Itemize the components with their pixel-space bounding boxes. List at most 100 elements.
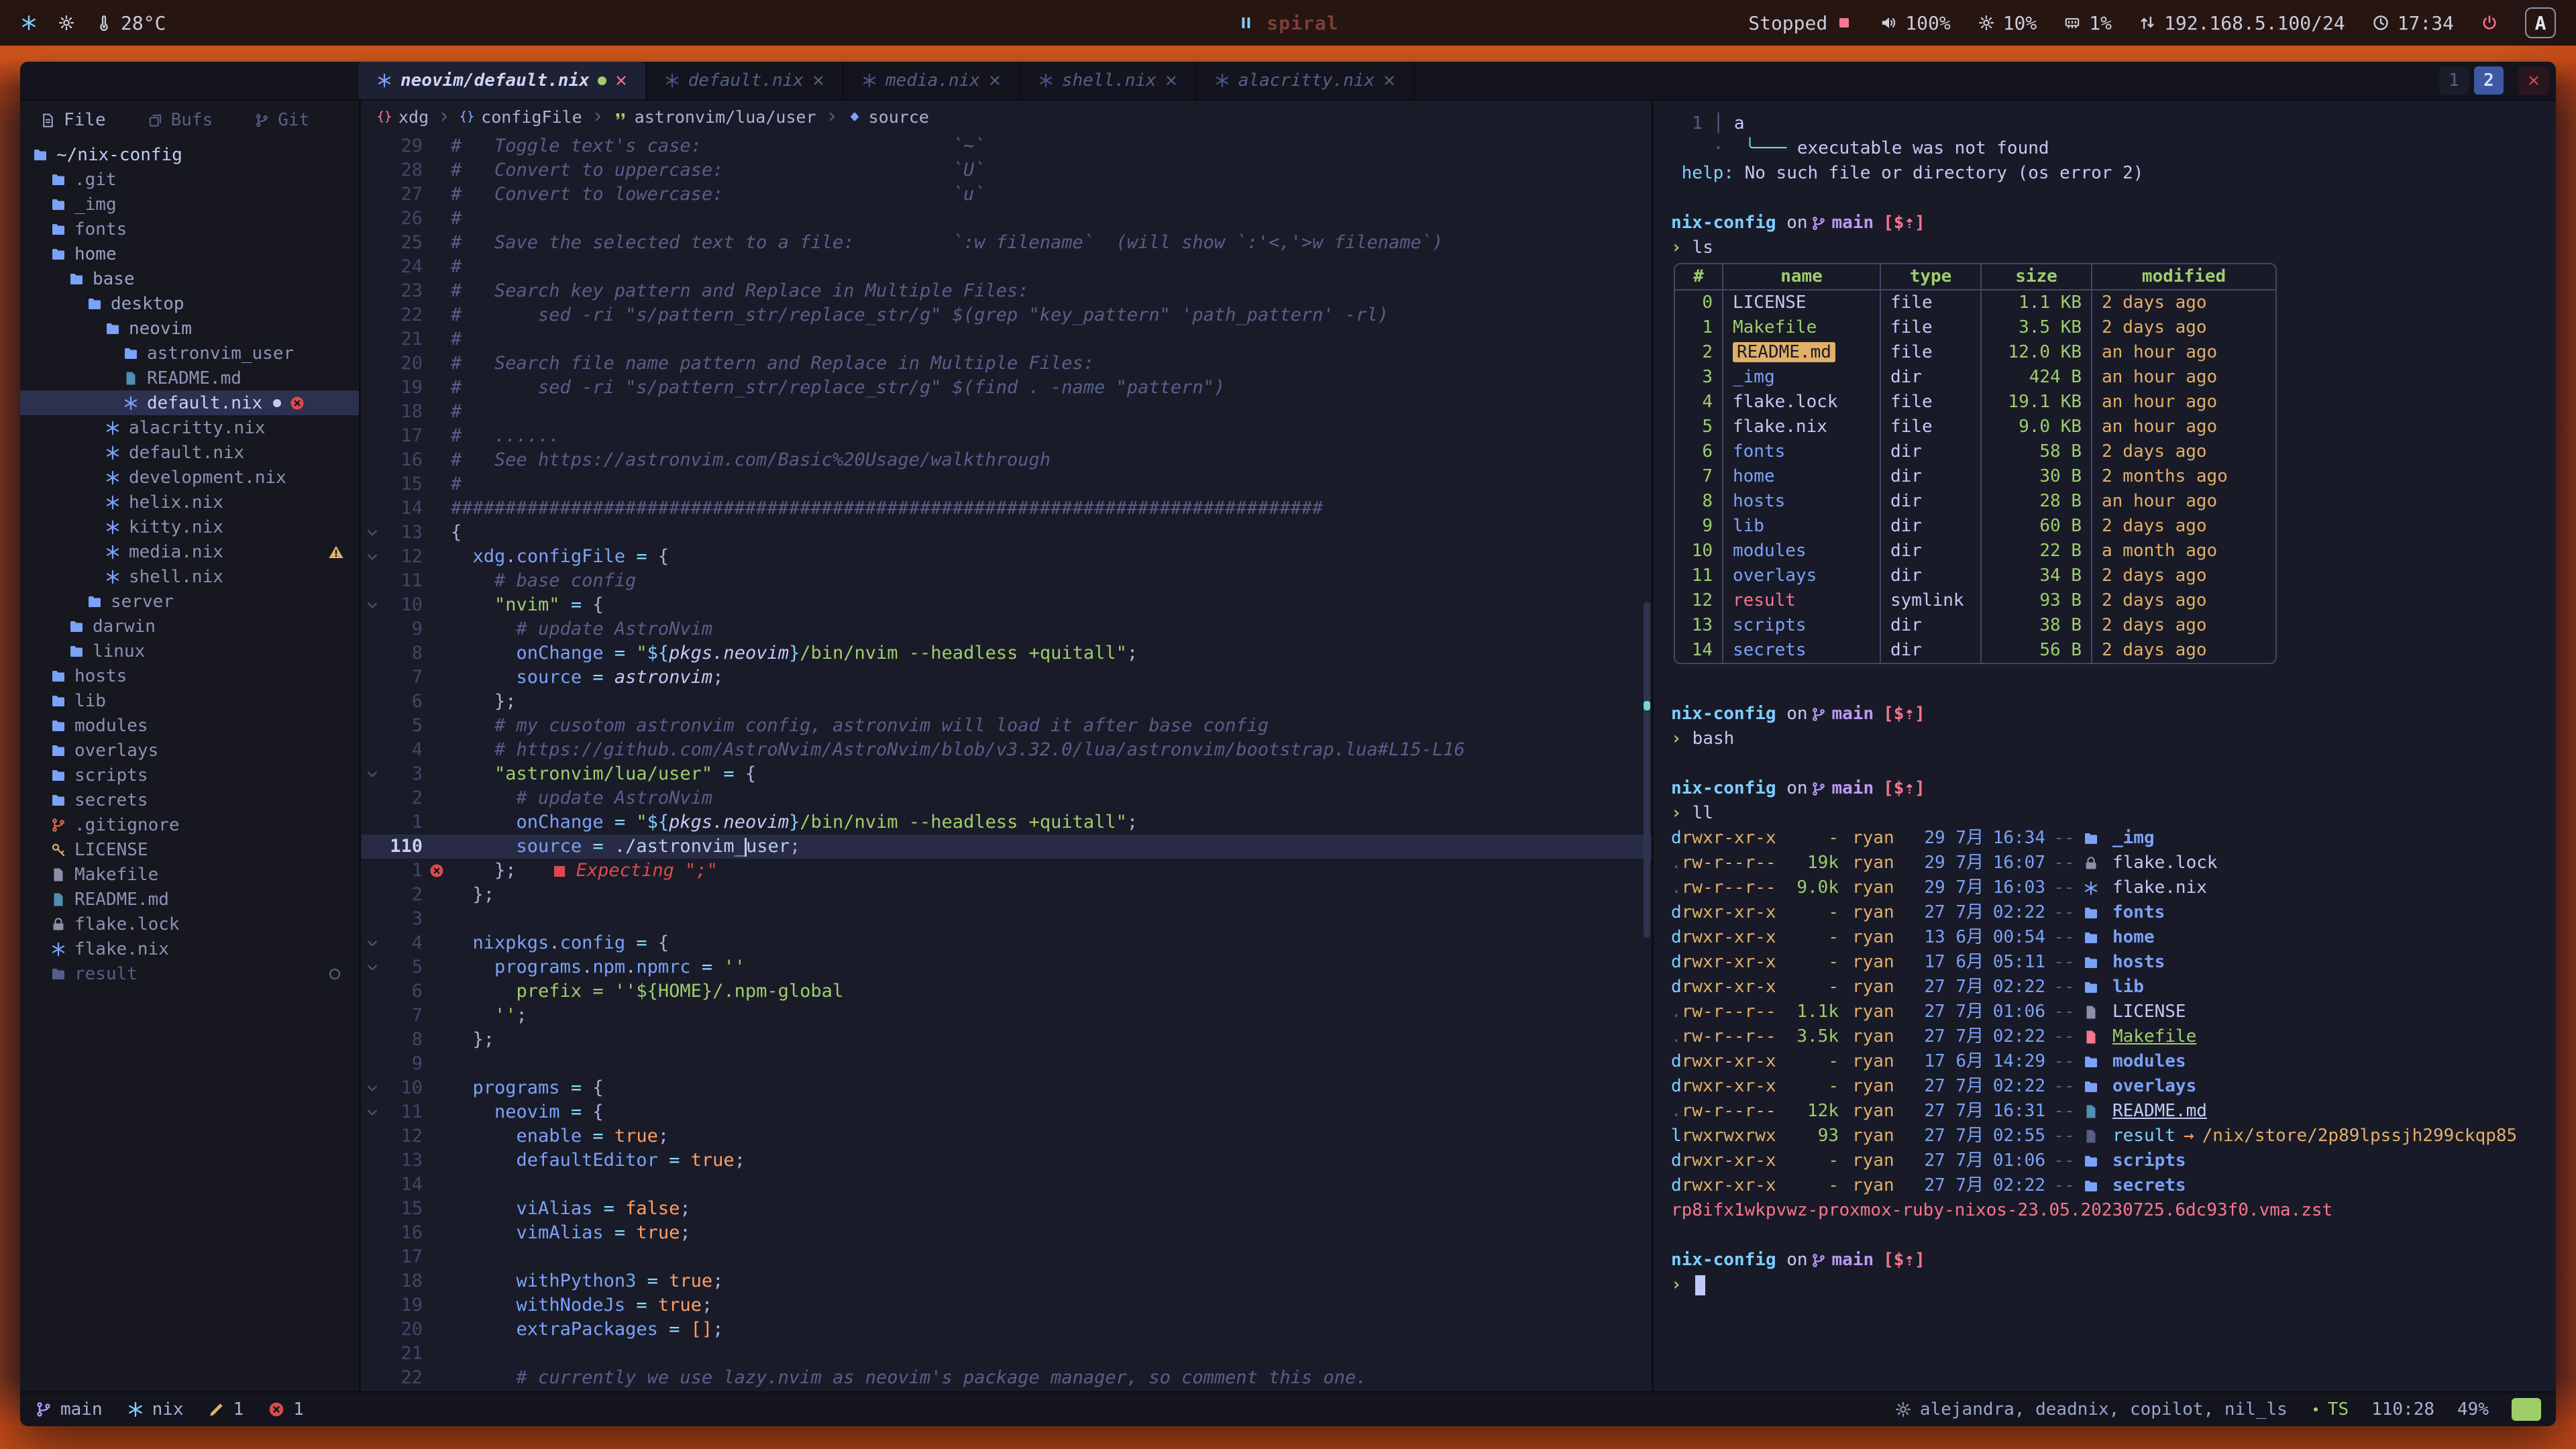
code-line[interactable]: 12 enable = true; — [361, 1124, 1652, 1148]
breadcrumb-segment[interactable]: xdg — [377, 107, 429, 127]
close-icon[interactable] — [1165, 74, 1178, 87]
code-line[interactable]: 16# See https://astronvim.com/Basic%20Us… — [361, 448, 1652, 472]
tabpage-number[interactable]: 2 — [2474, 66, 2504, 95]
code-line[interactable]: 20# Search file name pattern and Replace… — [361, 352, 1652, 376]
code-line[interactable]: 11 neovim = { — [361, 1100, 1652, 1124]
nix-logo-icon[interactable] — [20, 14, 38, 32]
statusline-error-count[interactable]: 1 — [268, 1399, 304, 1419]
close-icon[interactable] — [1383, 74, 1396, 87]
buffer-tab[interactable]: neovim/default.nix — [359, 62, 647, 99]
code-line[interactable]: 15# — [361, 472, 1652, 496]
tree-item[interactable]: desktop — [20, 291, 359, 316]
buffer-tab[interactable]: alacritty.nix — [1197, 62, 1415, 99]
tree-item[interactable]: secrets — [20, 788, 359, 812]
code-line[interactable]: 5 # my cusotom astronvim config, astronv… — [361, 714, 1652, 738]
tree-item[interactable]: Makefile — [20, 862, 359, 887]
tree-item[interactable]: neovim — [20, 316, 359, 341]
tree-item[interactable]: result — [20, 961, 359, 986]
breadcrumb-segment[interactable]: configFile — [460, 107, 582, 127]
code-line[interactable]: 12 xdg.configFile = { — [361, 545, 1652, 569]
code-line[interactable]: 2 # update AstroNvim — [361, 786, 1652, 810]
explorer-source-tab[interactable]: Bufs — [148, 110, 213, 130]
tree-item[interactable]: alacritty.nix — [20, 415, 359, 440]
code-line[interactable]: 3 "astronvim/lua/user" = { — [361, 762, 1652, 786]
tabpage-number[interactable]: 1 — [2439, 66, 2469, 95]
code-line[interactable]: 6 }; — [361, 690, 1652, 714]
code-line[interactable]: 28# Convert to uppercase: `U` — [361, 158, 1652, 182]
tree-item[interactable]: scripts — [20, 763, 359, 788]
code-line[interactable]: 19# sed -ri "s/pattern_str/replace_str/g… — [361, 376, 1652, 400]
tree-item[interactable]: development.nix — [20, 465, 359, 490]
code-line[interactable]: 20 extraPackages = []; — [361, 1318, 1652, 1342]
tree-item[interactable]: default.nix — [20, 390, 359, 415]
statusline-branch[interactable]: main — [35, 1399, 103, 1419]
tree-item[interactable]: media.nix — [20, 539, 359, 564]
media-status-widget[interactable]: Stopped — [1748, 12, 1853, 34]
code-line[interactable]: 8 }; — [361, 1028, 1652, 1052]
tree-item[interactable]: home — [20, 241, 359, 266]
code-line[interactable]: 10 programs = { — [361, 1076, 1652, 1100]
code-line[interactable]: 7 ''; — [361, 1004, 1652, 1028]
code-line[interactable]: 18 withPython3 = true; — [361, 1269, 1652, 1293]
scrollbar-thumb[interactable] — [1644, 602, 1650, 938]
breadcrumb-segment[interactable]: astronvim/lua/user — [613, 107, 816, 127]
code-line[interactable]: 11 # base config — [361, 569, 1652, 593]
code-line[interactable]: 2 }; — [361, 883, 1652, 907]
tree-item[interactable]: lib — [20, 688, 359, 713]
tree-item[interactable]: helix.nix — [20, 490, 359, 515]
code-line[interactable]: 14######################################… — [361, 496, 1652, 521]
tree-item[interactable]: hosts — [20, 663, 359, 688]
code-line[interactable]: 13 defaultEditor = true; — [361, 1148, 1652, 1173]
tree-item[interactable]: .git — [20, 167, 359, 192]
code-line[interactable]: 25# Save the selected text to a file: `:… — [361, 231, 1652, 255]
code-line[interactable]: 3 — [361, 907, 1652, 931]
tree-item[interactable]: overlays — [20, 738, 359, 763]
code-line[interactable]: 6 prefix = ''${HOME}/.npm-global — [361, 979, 1652, 1004]
code-line[interactable]: 1 onChange = "${pkgs.neovim}/bin/nvim --… — [361, 810, 1652, 835]
code-line[interactable]: 24# — [361, 255, 1652, 279]
power-icon[interactable] — [2481, 14, 2498, 32]
code-line[interactable]: 16 vimAlias = true; — [361, 1221, 1652, 1245]
explorer-source-tab[interactable]: File — [40, 110, 106, 130]
tab-close-button[interactable] — [2518, 66, 2549, 95]
code-line[interactable]: 9 # update AstroNvim — [361, 617, 1652, 641]
code-line[interactable]: 4 nixpkgs.config = { — [361, 931, 1652, 955]
terminal-pane[interactable]: 1 │ a · ╰─── executable was not found he… — [1652, 101, 2556, 1391]
tree-item[interactable]: server — [20, 589, 359, 614]
editor-scrollbar[interactable] — [1644, 141, 1650, 1386]
tree-item[interactable]: fonts — [20, 217, 359, 241]
code-line[interactable]: 18# — [361, 400, 1652, 424]
command-input[interactable]: › — [1671, 1273, 2538, 1297]
tree-item[interactable]: kitty.nix — [20, 515, 359, 539]
cpu-widget[interactable]: 10% — [1978, 12, 2037, 34]
tree-item[interactable]: base — [20, 266, 359, 291]
tree-item[interactable]: modules — [20, 713, 359, 738]
tree-item[interactable]: flake.lock — [20, 912, 359, 936]
tree-item[interactable]: README.md — [20, 366, 359, 390]
close-icon[interactable] — [614, 74, 628, 87]
keyboard-layout-badge[interactable]: A — [2525, 7, 2556, 38]
code-line[interactable]: 9 — [361, 1052, 1652, 1076]
code-line[interactable]: 26# — [361, 207, 1652, 231]
breadcrumb-segment[interactable]: source — [847, 107, 929, 127]
code-line[interactable]: 10 "nvim" = { — [361, 593, 1652, 617]
buffer-tab[interactable]: default.nix — [647, 62, 844, 99]
close-icon[interactable] — [988, 74, 1002, 87]
code-line[interactable]: 21# — [361, 327, 1652, 352]
tree-item[interactable]: flake.nix — [20, 936, 359, 961]
tree-item[interactable]: astronvim_user — [20, 341, 359, 366]
tree-item[interactable]: LICENSE — [20, 837, 359, 862]
tree-item[interactable]: README.md — [20, 887, 359, 912]
code-line[interactable]: 19 withNodeJs = true; — [361, 1293, 1652, 1318]
code-line[interactable]: 15 viAlias = false; — [361, 1197, 1652, 1221]
clock-widget[interactable]: 17:34 — [2372, 12, 2454, 34]
tree-item[interactable]: _img — [20, 192, 359, 217]
code-line[interactable]: 5 programs.npm.npmrc = '' — [361, 955, 1652, 979]
memory-widget[interactable]: 1% — [2063, 12, 2112, 34]
code-line[interactable]: 110 source = ./astronvim_user; — [361, 835, 1652, 859]
close-icon[interactable] — [812, 74, 825, 87]
tree-item[interactable]: linux — [20, 639, 359, 663]
volume-widget[interactable]: 100% — [1880, 12, 1950, 34]
code-line[interactable]: 4 # https://github.com/AstroNvim/AstroNv… — [361, 738, 1652, 762]
code-line[interactable]: 22 # currently we use lazy.nvim as neovi… — [361, 1366, 1652, 1390]
